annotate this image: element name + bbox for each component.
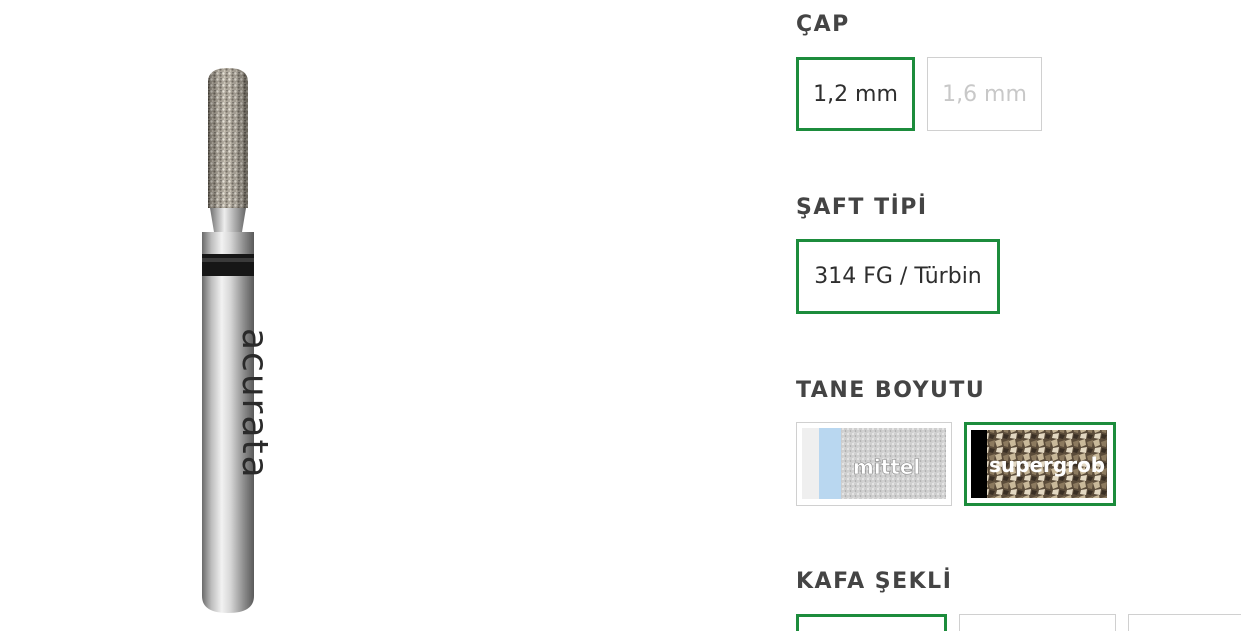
grit-swatch-mittel[interactable]: mittel [796,422,952,506]
cap-label: ÇAP [796,12,850,37]
cap-option-label: 1,2 mm [813,81,898,107]
product-options: ÇAP 1,2 mm 1,6 mm ŞAFT TİPİ 314 FG / Tür… [796,0,1241,631]
cap-option-1-6mm[interactable]: 1,6 mm [927,57,1042,131]
head-shape-option-2[interactable] [959,614,1116,631]
brand-text: acurata [234,328,275,480]
tane-boyutu-label: TANE BOYUTU [796,378,986,403]
grit-swatch-mittel-text: mittel [853,455,920,479]
cap-option-label: 1,6 mm [942,81,1027,107]
saft-option-label: 314 FG / Türbin [814,264,982,289]
saft-option-314fg[interactable]: 314 FG / Türbin [796,239,1000,314]
saft-tipi-label: ŞAFT TİPİ [796,195,928,220]
kafa-sekli-label: KAFA ŞEKLİ [796,569,953,594]
product-image: acurata [150,60,320,620]
supergrob-color-stripe [971,430,987,498]
grit-swatch-supergrob-text: supergrob [989,453,1105,477]
mittel-color-stripe [819,428,841,499]
head-shape-option-1[interactable] [796,614,947,631]
cap-option-1-2mm[interactable]: 1,2 mm [796,57,915,131]
grit-swatch-supergrob[interactable]: supergrob [964,422,1116,506]
head-shape-option-3[interactable] [1128,614,1241,631]
